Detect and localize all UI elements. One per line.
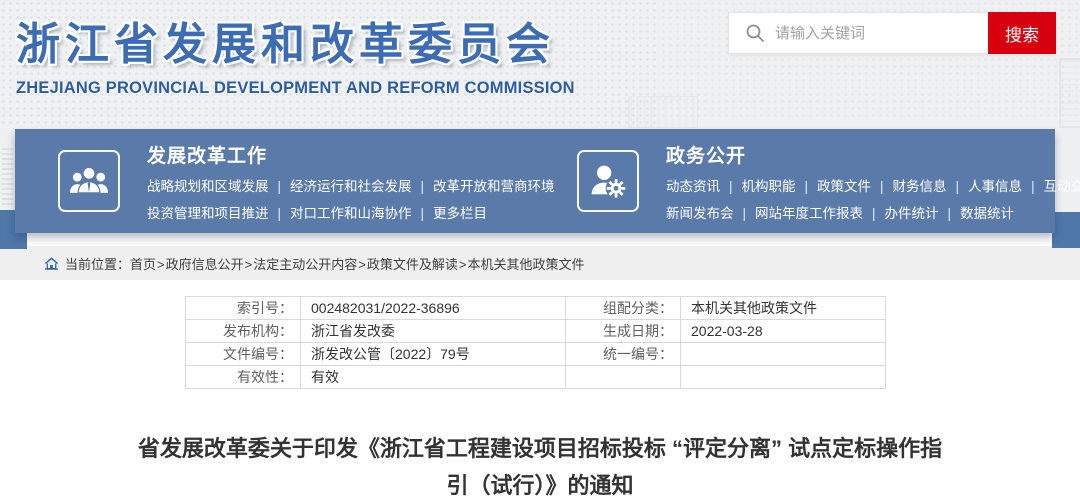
meta-value-date-generated: 2022-03-28 [680, 319, 886, 343]
breadcrumb-label: 当前位置： [65, 256, 131, 272]
nav-link[interactable]: 数据统计 [960, 206, 1014, 221]
site-brand: 浙江省发展和改革委员会 ZHEJIANG PROVINCIAL DEVELOPM… [16, 8, 575, 98]
breadcrumb-item-current[interactable]: 本机关其他政策文件 [458, 254, 584, 273]
nav-link[interactable]: 动态资讯 [666, 179, 742, 194]
nav-link[interactable]: 战略规划和区域发展 [147, 179, 290, 194]
nav-links-row: 战略规划和区域发展经济运行和社会发展改革开放和营商环境 [147, 175, 555, 195]
nav-section-texts: 政务公开 动态资讯机构职能政策文件财务信息人事信息互动交流 新闻发布会网站年度工… [666, 141, 1080, 222]
nav-links-row: 投资管理和项目推进对口工作和山海协作更多栏目 [147, 202, 555, 222]
breadcrumb: 当前位置： 首页政府信息公开法定主动公开内容政策文件及解读本机关其他政策文件 [0, 246, 1080, 280]
meta-label-date-generated: 生成日期： [565, 319, 681, 343]
nav-section-government-affairs: 政务公开 动态资讯机构职能政策文件财务信息人事信息互动交流 新闻发布会网站年度工… [577, 129, 1080, 233]
document-title: 省发展改革委关于印发《浙江省工程建设项目招标投标 “评定分离” 试点定标操作指引… [137, 436, 943, 498]
meta-label-empty [565, 365, 681, 389]
nav-links-row: 动态资讯机构职能政策文件财务信息人事信息互动交流 [666, 175, 1080, 195]
nav-link[interactable]: 财务信息 [893, 179, 969, 194]
home-icon[interactable] [44, 256, 59, 271]
nav-link[interactable]: 改革开放和营商环境 [433, 179, 555, 194]
main-nav: 发展改革工作 战略规划和区域发展经济运行和社会发展改革开放和营商环境 投资管理和… [15, 129, 1080, 233]
page: 浙江省发展和改革委员会 ZHEJIANG PROVINCIAL DEVELOPM… [0, 0, 1080, 503]
nav-link[interactable]: 对口工作和山海协作 [290, 206, 433, 221]
nav-links-row: 新闻发布会网站年度工作报表办件统计数据统计 [666, 202, 1080, 222]
nav-section-development-reform: 发展改革工作 战略规划和区域发展经济运行和社会发展改革开放和营商环境 投资管理和… [58, 129, 555, 233]
nav-link[interactable]: 网站年度工作报表 [755, 206, 885, 221]
meta-value-empty [680, 365, 886, 389]
search-button[interactable]: 搜索 [988, 12, 1056, 54]
nav-link[interactable]: 机构职能 [742, 179, 818, 194]
meta-value-issuing-agency: 浙江省发改委 [300, 319, 566, 343]
nav-link[interactable]: 新闻发布会 [666, 206, 755, 221]
nav-link[interactable]: 人事信息 [968, 179, 1044, 194]
nav-section-icon-link[interactable] [58, 150, 120, 212]
nav-link[interactable]: 政策文件 [817, 179, 893, 194]
meta-table: 索引号： 002482031/2022-36896 组配分类： 本机关其他政策文… [185, 296, 886, 389]
nav-link[interactable]: 经济运行和社会发展 [290, 179, 433, 194]
nav-link[interactable]: 办件统计 [885, 206, 961, 221]
nav-link[interactable]: 投资管理和项目推进 [147, 206, 290, 221]
nav-section-title[interactable]: 政务公开 [666, 141, 1080, 168]
nav-section-title[interactable]: 发展改革工作 [147, 141, 555, 168]
meta-value-validity: 有效 [300, 365, 566, 389]
meta-value-index-number: 002482031/2022-36896 [300, 296, 566, 320]
site-subtitle: ZHEJIANG PROVINCIAL DEVELOPMENT AND REFO… [16, 79, 575, 97]
search-bar: 搜索 [728, 12, 1056, 54]
table-row: 发布机构： 浙江省发改委 生成日期： 2022-03-28 [185, 319, 886, 343]
nav-link[interactable]: 更多栏目 [433, 206, 487, 221]
meta-value-unified-number [680, 342, 886, 366]
meta-label-unified-number: 统一编号： [565, 342, 681, 366]
meta-label-index-number: 索引号： [185, 296, 301, 320]
meta-label-category: 组配分类： [565, 296, 681, 320]
search-input[interactable] [775, 24, 988, 42]
breadcrumb-item[interactable]: 政府信息公开 [156, 254, 244, 273]
meta-value-category: 本机关其他政策文件 [680, 296, 886, 320]
table-row: 索引号： 002482031/2022-36896 组配分类： 本机关其他政策文… [185, 296, 886, 320]
person-gear-icon [587, 160, 629, 202]
meta-label-document-number: 文件编号： [185, 342, 301, 366]
breadcrumb-item-home[interactable]: 首页 [130, 254, 156, 273]
people-group-icon [68, 160, 110, 202]
table-row: 有效性： 有效 [185, 365, 886, 389]
meta-label-issuing-agency: 发布机构： [185, 319, 301, 343]
meta-value-document-number: 浙发改公管〔2022〕79号 [300, 342, 566, 366]
table-row: 文件编号： 浙发改公管〔2022〕79号 统一编号： [185, 342, 886, 366]
nav-section-icon-link[interactable] [577, 150, 639, 212]
breadcrumb-item[interactable]: 法定主动公开内容 [244, 254, 357, 273]
breadcrumb-item[interactable]: 政策文件及解读 [357, 254, 458, 273]
search-icon [745, 23, 765, 43]
nav-link[interactable]: 互动交流 [1044, 179, 1080, 194]
nav-section-texts: 发展改革工作 战略规划和区域发展经济运行和社会发展改革开放和营商环境 投资管理和… [147, 141, 555, 222]
meta-label-validity: 有效性： [185, 365, 301, 389]
site-title: 浙江省发展和改革委员会 [16, 20, 555, 69]
